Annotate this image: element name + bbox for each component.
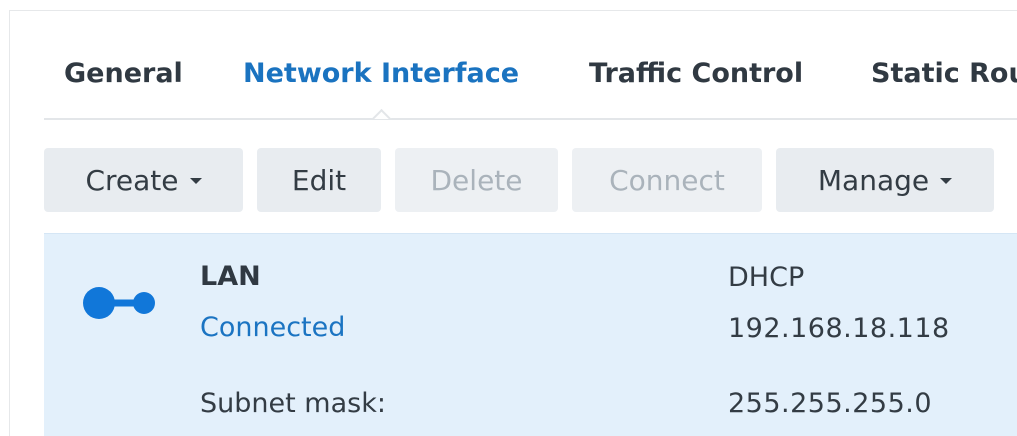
- edit-button-label: Edit: [291, 163, 347, 197]
- interface-status: Connected: [200, 312, 346, 343]
- create-button-label: Create: [85, 163, 179, 197]
- connection-icon: [83, 287, 155, 319]
- manage-button[interactable]: Manage: [776, 148, 994, 212]
- tab-general[interactable]: General: [64, 58, 183, 89]
- interface-name: LAN: [200, 261, 261, 292]
- subnet-mask-label: Subnet mask:: [200, 388, 386, 419]
- delete-button[interactable]: Delete: [395, 148, 558, 212]
- tab-network-interface[interactable]: Network Interface: [243, 58, 519, 89]
- manage-button-label: Manage: [817, 163, 930, 197]
- interface-ip-address: 192.168.18.118: [728, 313, 950, 344]
- active-tab-pointer: [370, 108, 392, 119]
- tab-static-route[interactable]: Static Rou: [871, 58, 1017, 89]
- connect-button-label: Connect: [609, 163, 725, 197]
- list-item[interactable]: LAN Connected DHCP 192.168.18.118 Subnet…: [44, 233, 1017, 436]
- tab-bar: General Network Interface Traffic Contro…: [44, 52, 1017, 120]
- tab-traffic-control[interactable]: Traffic Control: [589, 58, 803, 89]
- subnet-mask-value: 255.255.255.0: [728, 388, 933, 419]
- chevron-down-icon: [940, 178, 953, 184]
- delete-button-label: Delete: [430, 163, 523, 197]
- chevron-down-icon: [189, 178, 202, 184]
- interface-mode: DHCP: [728, 262, 805, 293]
- connect-button[interactable]: Connect: [572, 148, 762, 212]
- create-button[interactable]: Create: [44, 148, 243, 212]
- edit-button[interactable]: Edit: [257, 148, 381, 212]
